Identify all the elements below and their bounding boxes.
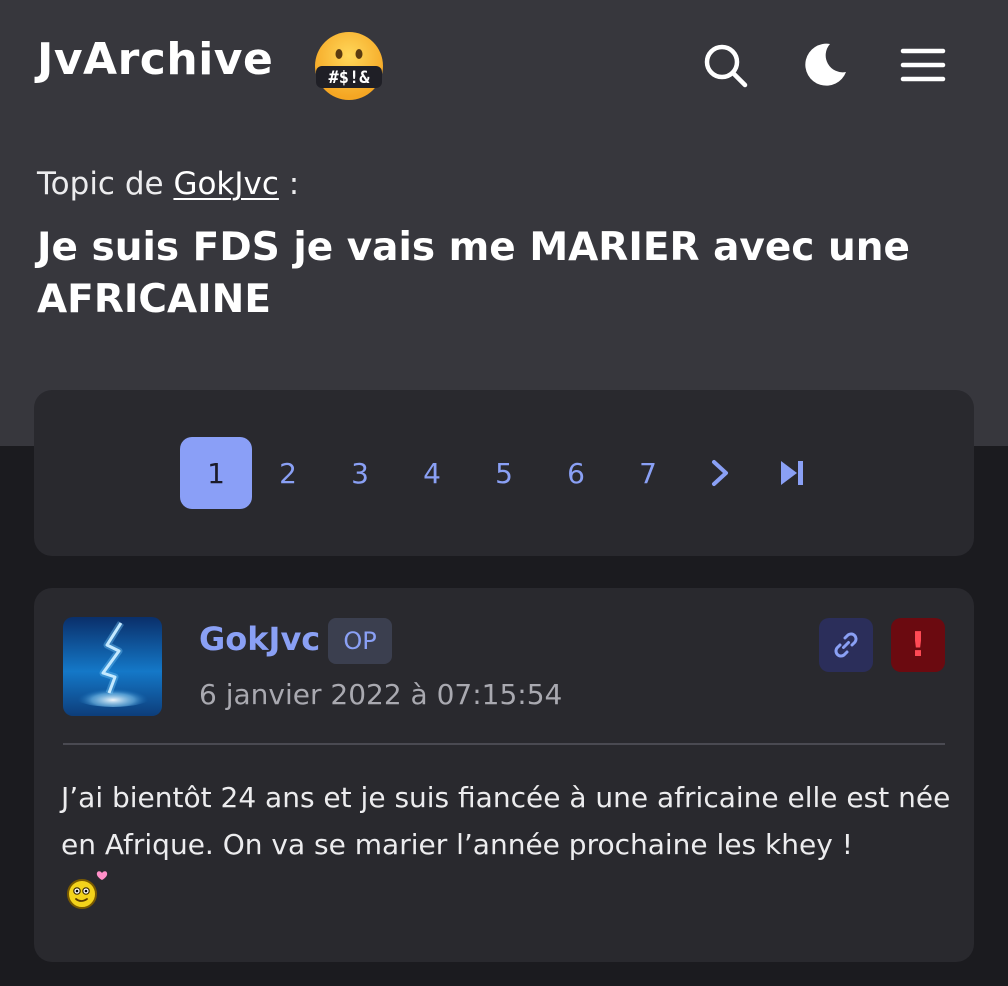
app-header: JvArchive #$!& bbox=[0, 0, 1008, 130]
op-badge: OP bbox=[328, 618, 392, 664]
censored-emoji-glyphs: #$!& bbox=[329, 68, 371, 88]
next-page-button[interactable] bbox=[684, 437, 756, 509]
topic-by-suffix: : bbox=[278, 166, 300, 202]
topic-by-prefix: Topic de bbox=[37, 166, 164, 202]
report-button[interactable]: ! bbox=[891, 618, 945, 672]
skip-to-end-icon bbox=[781, 461, 803, 485]
post-card: GokJvc OP 6 janvier 2022 à 07:15:54 ! J’… bbox=[34, 588, 974, 962]
post-author[interactable]: GokJvc bbox=[199, 620, 320, 658]
topic-author-line: Topic de GokJvc : bbox=[37, 166, 299, 202]
exclamation-icon: ! bbox=[910, 625, 926, 665]
pagination-card: 1 2 3 4 5 6 7 bbox=[34, 390, 974, 556]
censored-face-emoji-icon: #$!& bbox=[315, 32, 383, 100]
search-button[interactable] bbox=[700, 40, 750, 90]
page-6-button[interactable]: 6 bbox=[540, 437, 612, 509]
page: JvArchive #$!& Topic de GokJvc: Je suis… bbox=[0, 0, 1008, 986]
permalink-button[interactable] bbox=[819, 618, 873, 672]
page-1-button[interactable]: 1 bbox=[180, 437, 252, 509]
author-avatar[interactable] bbox=[63, 617, 162, 716]
topic-title: Je suis FDS je vais me MARIER avec une A… bbox=[37, 225, 910, 322]
last-page-button[interactable] bbox=[756, 437, 828, 509]
brand-logo-text[interactable]: JvArchive bbox=[37, 34, 273, 85]
moon-icon bbox=[805, 43, 846, 86]
search-icon bbox=[704, 44, 748, 88]
menu-icon bbox=[900, 48, 946, 82]
post-body: J’ai bientôt 24 ans et je suis fiancée à… bbox=[61, 781, 951, 861]
post-divider bbox=[63, 743, 945, 745]
post-date: 6 janvier 2022 à 07:15:54 bbox=[199, 678, 563, 711]
link-icon bbox=[834, 632, 858, 658]
page-7-button[interactable]: 7 bbox=[612, 437, 684, 509]
page-3-button[interactable]: 3 bbox=[324, 437, 396, 509]
pagination: 1 2 3 4 5 6 7 bbox=[180, 437, 828, 509]
chevron-right-icon bbox=[712, 460, 728, 486]
topic-author-link[interactable]: GokJvc bbox=[173, 166, 278, 202]
page-5-button[interactable]: 5 bbox=[468, 437, 540, 509]
page-4-button[interactable]: 4 bbox=[396, 437, 468, 509]
theme-toggle-button[interactable] bbox=[800, 40, 850, 90]
menu-button[interactable] bbox=[898, 40, 948, 90]
love-smiley-icon bbox=[67, 871, 108, 909]
page-2-button[interactable]: 2 bbox=[252, 437, 324, 509]
